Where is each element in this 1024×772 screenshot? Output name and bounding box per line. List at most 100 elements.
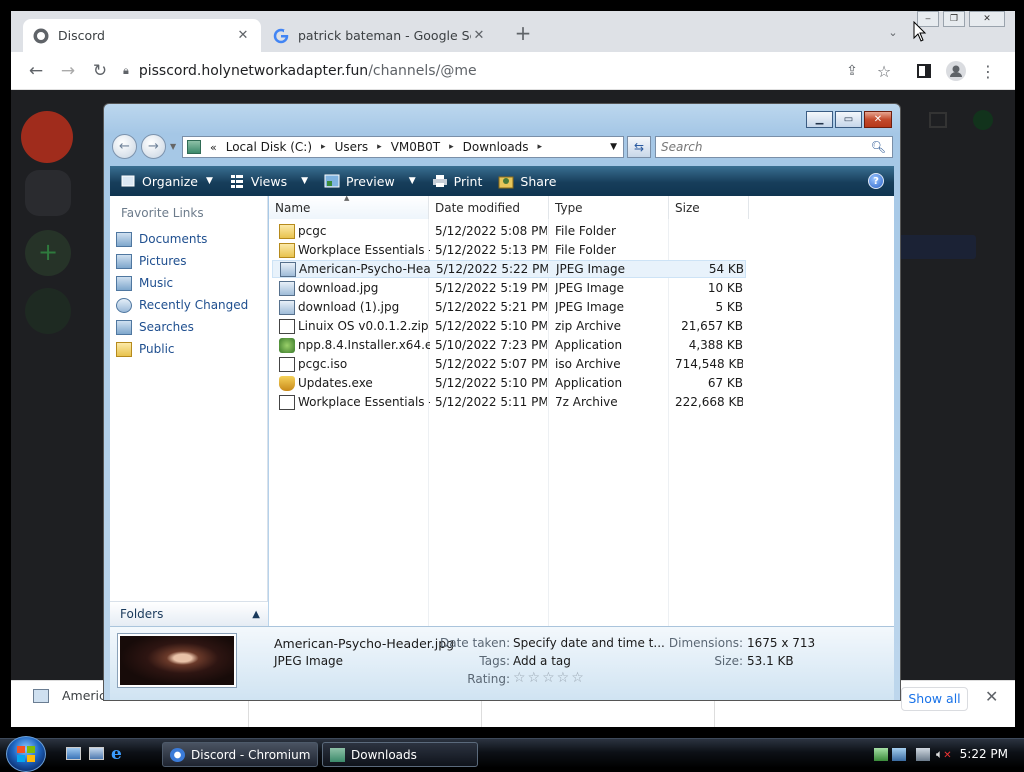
tab-discord[interactable]: Discord ✕ (23, 19, 261, 52)
file-date: 5/12/2022 5:22 PM (436, 262, 548, 276)
tab-search-chevron-icon[interactable]: ⌄ (885, 26, 901, 40)
display-icon[interactable] (916, 747, 931, 761)
file-size: 67 KB (707, 376, 743, 390)
breadcrumb[interactable]: « Local Disk (C:) ▸ Users ▸ VM0B0T ▸ Downlo… (182, 136, 624, 158)
favorite-link-recently-changed[interactable]: Recently Changed (116, 295, 248, 315)
file-date: 5/12/2022 5:13 PM (435, 243, 547, 257)
explorer-maximize-button[interactable]: ▭ (835, 111, 862, 128)
sort-arrow-icon: ▲ (344, 194, 350, 202)
close-window-button[interactable]: ✕ (969, 11, 1005, 27)
show-all-button[interactable]: Show all (901, 687, 968, 711)
file-row[interactable]: Workplace Essentials - ... 5/12/2022 5:11… (272, 393, 746, 411)
close-tab-icon[interactable]: ✕ (235, 28, 251, 43)
side-panel-icon[interactable] (912, 60, 936, 82)
file-name: pcgc.iso (298, 357, 348, 371)
taskbar-item-downloads[interactable]: Downloads (322, 742, 478, 767)
file-size: 222,668 KB (675, 395, 743, 409)
refresh-icon[interactable]: ⇆ (627, 136, 651, 158)
file-row[interactable]: npp.8.4.Installer.x64.exe 5/10/2022 7:23 … (272, 336, 746, 354)
breadcrumb-item[interactable]: Users ▸ (335, 140, 382, 154)
network-icon[interactable] (892, 747, 907, 761)
share-icon[interactable]: ⇪ (840, 60, 864, 82)
tab-title: Discord (58, 28, 105, 43)
explorer-minimize-button[interactable]: ▁ (806, 111, 833, 128)
file-name: pcgc (298, 224, 327, 238)
favorite-link-pictures[interactable]: Pictures (116, 251, 187, 271)
column-header-type[interactable]: Type (549, 196, 669, 219)
history-dropdown-icon[interactable]: ▼ (170, 142, 176, 151)
music-icon (116, 275, 132, 291)
download-filename: Americ (62, 688, 106, 703)
file-type: 7z Archive (555, 395, 618, 409)
favorite-link-music[interactable]: Music (116, 273, 173, 293)
printer-icon (432, 174, 448, 189)
volume-muted-icon[interactable]: 🔈︎✕ (936, 747, 952, 762)
help-icon[interactable]: ? (868, 173, 884, 189)
close-tab-icon[interactable]: ✕ (471, 28, 487, 43)
file-date: 5/12/2022 5:11 PM (435, 395, 547, 409)
reload-button[interactable]: ↻ (88, 60, 112, 82)
rating-stars[interactable]: ☆☆☆☆☆ (513, 670, 586, 686)
file-row[interactable]: download.jpg 5/12/2022 5:19 PM JPEG Image 1… (272, 279, 746, 297)
favorite-link-public[interactable]: Public (116, 339, 175, 359)
taskbar-item-discord[interactable]: Discord - Chromium (162, 742, 318, 767)
file-row[interactable]: Linuix OS v0.0.1.2.zip 5/12/2022 5:10 PM z… (272, 317, 746, 335)
file-row[interactable]: American-Psycho-Hea... 5/12/2022 5:22 PM J… (272, 260, 746, 278)
show-desktop-icon[interactable] (66, 747, 81, 760)
address-dropdown-icon[interactable]: ▼ (610, 142, 617, 152)
installer-icon (279, 337, 295, 353)
profile-avatar-icon[interactable] (944, 60, 968, 82)
menu-icon[interactable]: ⋮ (976, 60, 1000, 82)
file-name: download.jpg (298, 281, 379, 295)
tags-value[interactable]: Add a tag (513, 654, 571, 668)
column-header-date[interactable]: Date modified (429, 196, 549, 219)
file-type: JPEG Image (556, 262, 626, 276)
new-tab-button[interactable]: + (512, 23, 534, 45)
breadcrumb-item[interactable]: Downloads ▸ (463, 140, 542, 154)
file-type: JPEG Image (555, 300, 625, 314)
file-row[interactable]: Workplace Essentials - ... 5/12/2022 5:13… (272, 241, 746, 259)
print-button[interactable]: Print (432, 166, 482, 196)
switch-windows-icon[interactable] (89, 747, 104, 760)
views-button[interactable]: Views ▼ (229, 166, 308, 196)
documents-icon (116, 231, 132, 247)
file-row[interactable]: pcgc.iso 5/12/2022 5:07 PM iso Archive 714,… (272, 355, 746, 373)
search-input[interactable]: Search 🔍︎ (655, 136, 893, 158)
views-icon (229, 174, 245, 189)
address-bar[interactable]: 🔒︎ pisscord.holynetworkadapter.fun/chann… (123, 56, 890, 86)
column-header-size[interactable]: Size (669, 196, 749, 219)
column-header-name[interactable]: Name ▲ (269, 194, 429, 219)
file-type: Application (555, 338, 623, 352)
date-taken-label: Date taken: (440, 636, 511, 650)
search-icon[interactable]: 🔍︎ (871, 140, 886, 154)
forward-button[interactable]: → (56, 60, 80, 82)
file-row[interactable]: pcgc 5/12/2022 5:08 PM File Folder (272, 222, 746, 240)
maximize-button[interactable]: ❐ (943, 11, 965, 27)
preview-button[interactable]: Preview ▼ (324, 166, 416, 196)
breadcrumb-item[interactable]: Local Disk (C:) ▸ (226, 140, 326, 154)
breadcrumb-item[interactable]: VM0B0T ▸ (391, 140, 454, 154)
close-download-bar-icon[interactable]: ✕ (985, 687, 998, 706)
back-button[interactable]: ← (24, 60, 48, 82)
bookmark-star-icon[interactable]: ☆ (872, 60, 896, 82)
file-date: 5/12/2022 5:07 PM (435, 357, 547, 371)
add-server-icon: + (25, 230, 71, 276)
folders-toggle[interactable]: Folders ▲ (110, 601, 268, 626)
internet-explorer-icon[interactable]: e (111, 744, 122, 764)
favorite-link-searches[interactable]: Searches (116, 317, 194, 337)
clock[interactable]: 5:22 PM (960, 747, 1008, 761)
file-row[interactable]: Updates.exe 5/12/2022 5:10 PM Application 6… (272, 374, 746, 392)
explorer-back-button[interactable]: ← (112, 134, 137, 159)
organize-button[interactable]: Organize ▼ (120, 166, 213, 196)
file-date: 5/12/2022 5:08 PM (435, 224, 547, 238)
tab-title: patrick bateman - Google Search (298, 28, 471, 43)
file-name: download (1).jpg (298, 300, 400, 314)
explorer-forward-button[interactable]: → (141, 134, 166, 159)
explorer-close-button[interactable]: ✕ (864, 111, 892, 128)
favorite-link-documents[interactable]: Documents (116, 229, 207, 249)
tab-google-search[interactable]: patrick bateman - Google Search ✕ (263, 19, 497, 52)
share-button[interactable]: Share (498, 166, 556, 196)
file-row[interactable]: download (1).jpg 5/12/2022 5:21 PM JPEG Im… (272, 298, 746, 316)
start-button[interactable] (6, 736, 46, 772)
network-icon[interactable] (874, 747, 889, 761)
